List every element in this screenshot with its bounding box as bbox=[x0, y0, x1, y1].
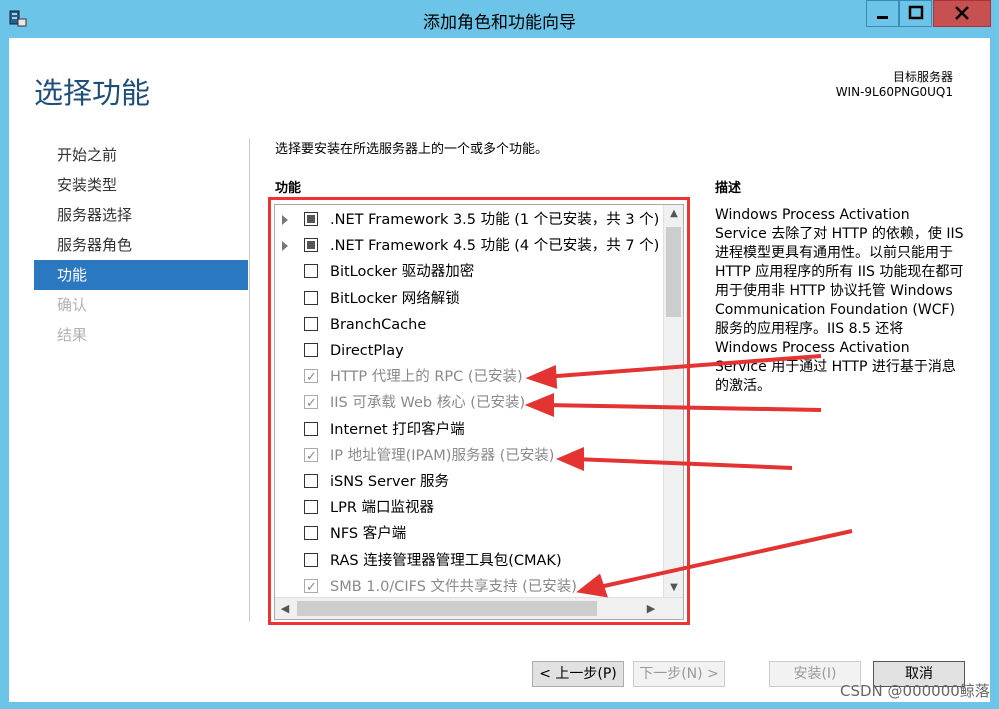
nav-item-confirmation: 确认 bbox=[57, 296, 88, 314]
description-text: Windows Process Activation Service 去除了对 … bbox=[715, 207, 964, 394]
window-title: 添加角色和功能向导 bbox=[423, 13, 576, 33]
wizard-window: 添加角色和功能向导 选择功能 目标服务器 WIN-9L60PNG0UQ1 开始之… bbox=[0, 0, 999, 709]
wizard-nav: 开始之前 安装类型 服务器选择 服务器角色 功能 确认 结果 bbox=[34, 140, 248, 350]
minimize-icon bbox=[877, 16, 888, 19]
page-title: 选择功能 bbox=[34, 76, 151, 110]
watermark: CSDN @000000鲸落 bbox=[840, 682, 990, 700]
destination-server-name: WIN-9L60PNG0UQ1 bbox=[835, 85, 953, 99]
title-bar: 添加角色和功能向导 bbox=[0, 0, 999, 38]
nav-item-results: 结果 bbox=[57, 326, 88, 344]
destination-server-label: 目标服务器 bbox=[892, 70, 953, 84]
maximize-button[interactable] bbox=[899, 0, 932, 27]
instruction-text: 选择要安装在所选服务器上的一个或多个功能。 bbox=[275, 142, 549, 157]
nav-item-installation-type[interactable]: 安装类型 bbox=[34, 170, 248, 200]
close-button[interactable] bbox=[933, 0, 991, 27]
maximize-icon bbox=[908, 5, 924, 20]
features-heading: 功能 bbox=[275, 181, 302, 196]
wizard-body: 选择功能 目标服务器 WIN-9L60PNG0UQ1 开始之前 安装类型 服务器… bbox=[9, 38, 990, 702]
next-button: 下一步(N) > bbox=[633, 661, 725, 687]
nav-item-server-roles[interactable]: 服务器角色 bbox=[34, 230, 248, 260]
description-heading: 描述 bbox=[715, 181, 742, 196]
nav-item-before-you-begin[interactable]: 开始之前 bbox=[34, 140, 248, 170]
close-icon bbox=[955, 6, 969, 20]
nav-divider bbox=[249, 138, 250, 622]
annotation-highlight-box bbox=[268, 197, 690, 625]
minimize-button[interactable] bbox=[866, 0, 899, 27]
previous-button[interactable]: < 上一步(P) bbox=[532, 661, 624, 687]
nav-item-server-selection[interactable]: 服务器选择 bbox=[34, 200, 248, 230]
nav-item-features[interactable]: 功能 bbox=[34, 260, 248, 290]
